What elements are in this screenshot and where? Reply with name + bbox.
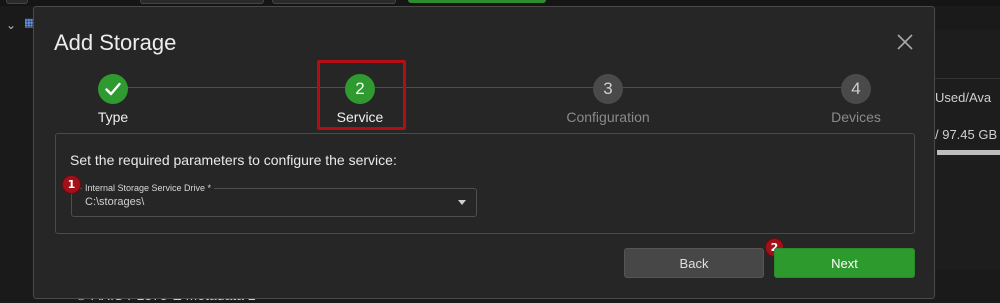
column-divider: [935, 78, 1000, 79]
storage-drive-select[interactable]: Internal Storage Service Drive * C:\stor…: [71, 183, 477, 217]
service-parameters-panel: Set the required parameters to configure…: [55, 133, 915, 234]
toolbar-tab[interactable]: [140, 0, 264, 4]
step-highlight-annotation: [317, 60, 406, 130]
back-button[interactable]: Back: [624, 248, 764, 278]
stepper-connector: [113, 87, 857, 88]
storage-list-panel: Used/Ava / 97.45 GB: [935, 30, 1000, 270]
add-storage-dialog: Add Storage Type 2 Service 3 Configurati…: [33, 6, 935, 299]
step-type: Type: [53, 74, 173, 125]
step-label: Type: [97, 109, 129, 125]
step-circle: [98, 74, 128, 104]
annotation-badge-1: 1: [62, 175, 81, 194]
close-icon[interactable]: [896, 33, 914, 51]
toolbar-tab[interactable]: [272, 0, 396, 4]
step-label: Configuration: [566, 109, 650, 125]
toolbar-green-button[interactable]: [408, 0, 546, 3]
field-label: Internal Storage Service Drive *: [82, 183, 215, 193]
panel-instructions: Set the required parameters to configure…: [70, 152, 397, 168]
step-circle: 3: [593, 74, 623, 104]
step-label: Devices: [831, 109, 881, 125]
dialog-title: Add Storage: [54, 30, 177, 55]
chevron-down-icon[interactable]: ⌄: [6, 18, 20, 32]
checkmark-icon: [105, 82, 121, 96]
next-button[interactable]: Next: [774, 248, 915, 278]
dropdown-caret-icon[interactable]: [458, 200, 466, 205]
storage-usage-bar: [937, 150, 1000, 155]
step-configuration: 3 Configuration: [548, 74, 668, 125]
column-header-used-available: Used/Ava: [935, 90, 992, 105]
storage-usage-value: / 97.45 GB: [935, 127, 998, 142]
step-devices: 4 Devices: [796, 74, 916, 125]
step-circle: 4: [841, 74, 871, 104]
field-value: C:\storages\: [85, 196, 145, 208]
toolbar-tab[interactable]: [6, 0, 28, 4]
